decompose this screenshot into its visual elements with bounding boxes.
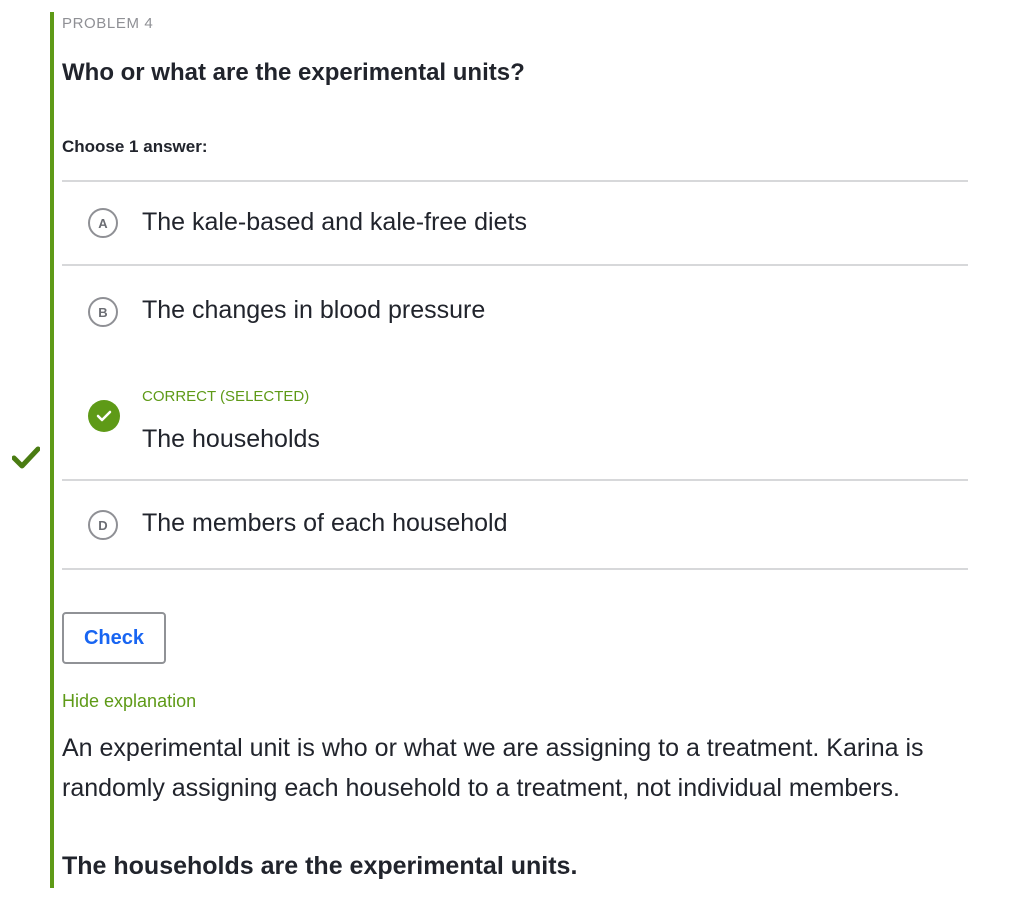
choice-text: The changes in blood pressure xyxy=(142,296,486,324)
correct-selected-label: CORRECT (SELECTED) xyxy=(142,388,310,405)
check-circle-icon xyxy=(88,400,120,432)
choice-d[interactable]: D The members of each household xyxy=(62,481,968,567)
check-button[interactable]: Check xyxy=(62,612,166,664)
choice-letter-badge: B xyxy=(88,297,118,327)
choice-letter-badge: A xyxy=(88,208,118,238)
problem-number-label: PROBLEM 4 xyxy=(62,15,154,32)
checkmark-icon xyxy=(12,446,40,469)
explanation-text: An experimental unit is who or what we a… xyxy=(62,734,924,802)
explanation-conclusion: The households are the experimental unit… xyxy=(62,852,578,880)
choice-divider xyxy=(62,568,968,570)
choice-text: The members of each household xyxy=(142,509,508,537)
choice-c-selected[interactable]: CORRECT (SELECTED) The households xyxy=(62,374,968,480)
question-text: Who or what are the experimental units? xyxy=(62,59,525,86)
choice-text: The households xyxy=(142,425,320,453)
hide-explanation-link[interactable]: Hide explanation xyxy=(62,691,196,712)
choice-text: The kale-based and kale-free diets xyxy=(142,208,527,236)
choose-instruction: Choose 1 answer: xyxy=(62,137,208,156)
correct-accent-bar xyxy=(50,12,54,888)
choice-letter-badge: D xyxy=(88,510,118,540)
choice-a[interactable]: A The kale-based and kale-free diets xyxy=(62,182,968,264)
problem-page: PROBLEM 4 Who or what are the experiment… xyxy=(0,0,1022,912)
